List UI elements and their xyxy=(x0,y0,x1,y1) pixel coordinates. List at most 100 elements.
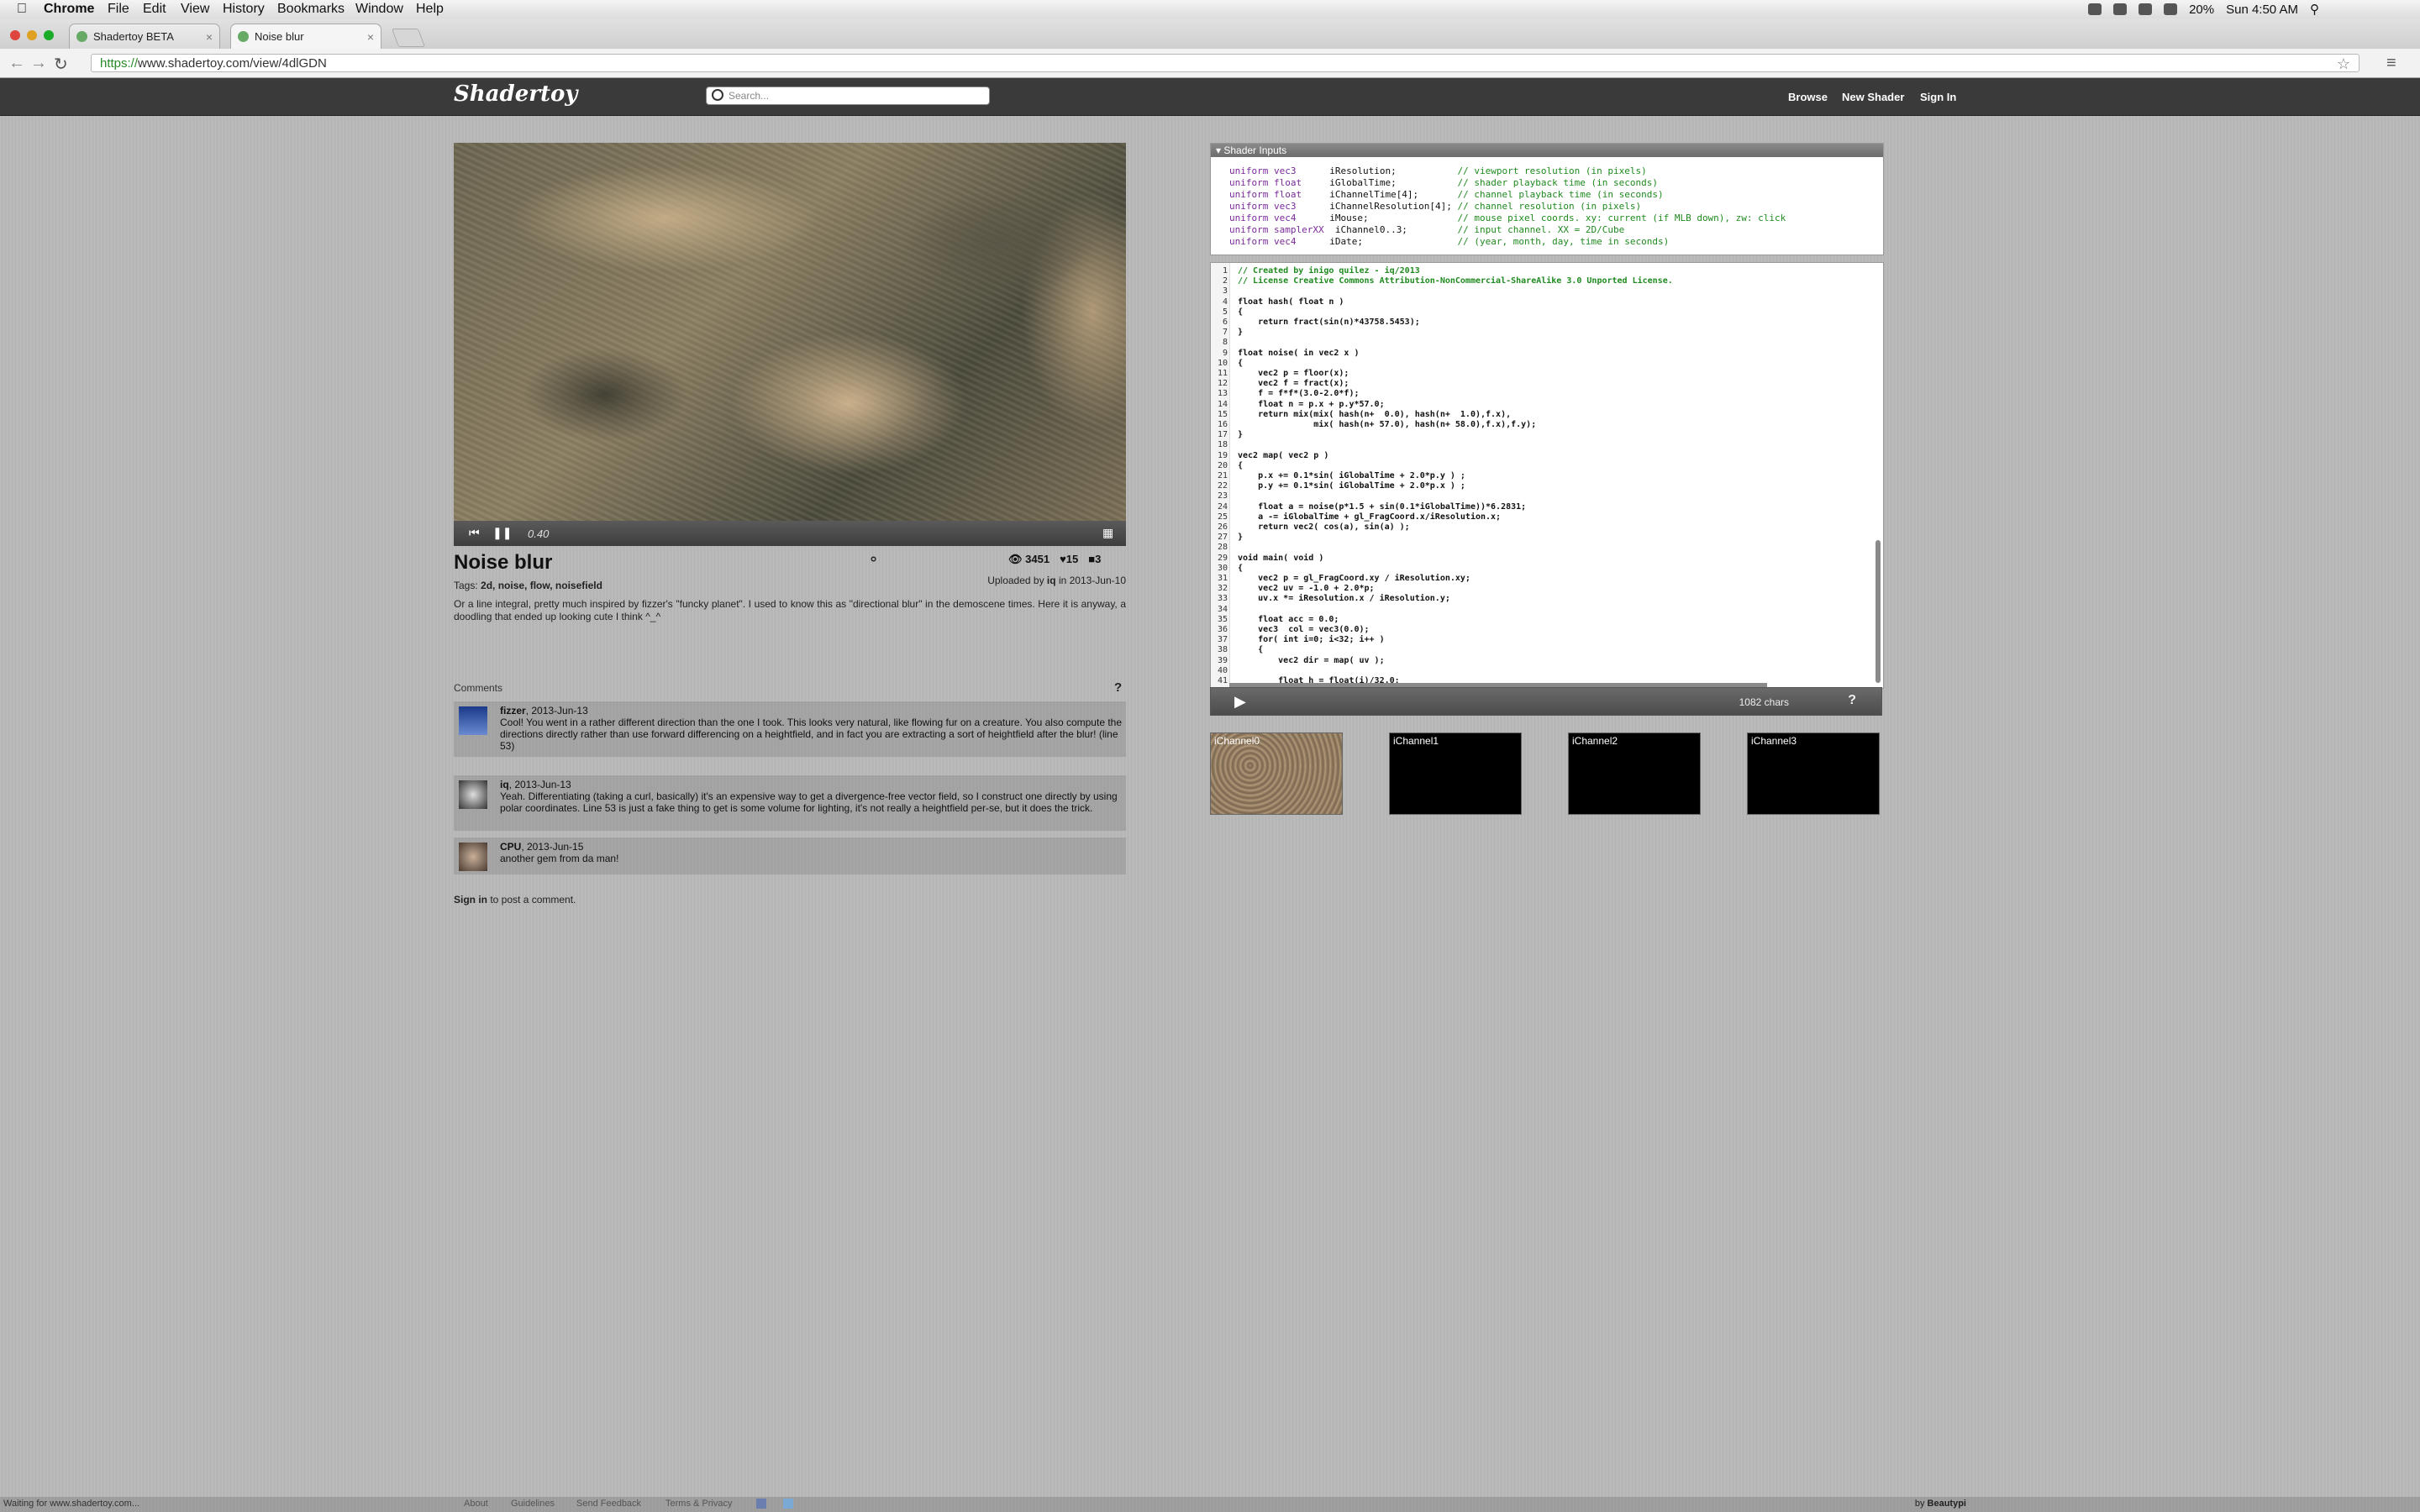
code-line[interactable]: vec2 f = fract(x); xyxy=(1238,379,1349,388)
window-minimize-button[interactable] xyxy=(27,30,37,40)
help-icon[interactable]: ? xyxy=(1114,680,1122,695)
code-line[interactable]: float noise( in vec2 x ) xyxy=(1238,349,1360,358)
pause-icon[interactable]: ❚❚ xyxy=(492,526,512,540)
code-line[interactable]: void main( void ) xyxy=(1238,554,1323,563)
code-line[interactable]: for( int i=0; i<32; i++ ) xyxy=(1238,635,1385,644)
tab-shadertoy-beta[interactable]: Shadertoy BETA × xyxy=(69,24,220,49)
menu-window[interactable]: Window xyxy=(355,2,403,17)
footer-guidelines[interactable]: Guidelines xyxy=(511,1499,555,1509)
code-editor[interactable]: 1 2 3 4 5 6 7 8 9 10 11 12 13 14 15 16 17 18 19 20 21 22 23 24 2… xyxy=(1210,262,1884,689)
spotlight-icon[interactable]: ⚲ xyxy=(2310,2,2319,17)
shader-inputs-header[interactable]: ▾ Shader Inputs xyxy=(1211,144,1883,157)
back-icon[interactable]: ← xyxy=(8,54,25,73)
facebook-icon[interactable] xyxy=(756,1499,766,1509)
tab-close-icon[interactable]: × xyxy=(206,24,213,50)
tab-noise-blur[interactable]: Noise blur × xyxy=(230,24,381,49)
wifi-icon[interactable] xyxy=(2139,3,2153,15)
footer-terms-privacy[interactable]: Terms & Privacy xyxy=(666,1499,732,1509)
apple-icon[interactable]:  xyxy=(17,2,27,17)
menu-bookmarks[interactable]: Bookmarks xyxy=(277,2,345,17)
code-line[interactable]: return fract(sin(n)*43758.5453); xyxy=(1238,318,1420,327)
nav-new-shader[interactable]: New Shader xyxy=(1842,91,1904,103)
code-line[interactable]: a -= iGlobalTime + gl_FragCoord.x/iResol… xyxy=(1238,512,1501,522)
code-line[interactable]: { xyxy=(1238,307,1243,317)
code-line[interactable]: vec3 col = vec3(0.0); xyxy=(1238,625,1369,634)
volume-icon[interactable] xyxy=(2164,3,2178,15)
code-line[interactable]: mix( hash(n+ 57.0), hash(n+ 58.0),f.x),f… xyxy=(1238,420,1536,429)
code-line[interactable]: p.y += 0.1*sin( iGlobalTime + 2.0*p.x ) … xyxy=(1238,481,1465,491)
notification-icon[interactable] xyxy=(2113,3,2128,15)
comment-user[interactable]: CPU xyxy=(500,841,521,853)
menu-file[interactable]: File xyxy=(108,2,129,17)
code-line[interactable]: vec2 dir = map( uv ); xyxy=(1238,656,1384,665)
nav-sign-in[interactable]: Sign In xyxy=(1920,91,1956,103)
code-line[interactable]: float hash( float n ) xyxy=(1238,297,1344,307)
twitter-icon[interactable] xyxy=(783,1499,793,1509)
code-line[interactable]: uv.x *= iResolution.x / iResolution.y; xyxy=(1238,594,1450,603)
code-line[interactable]: { xyxy=(1238,645,1263,654)
shader-canvas[interactable] xyxy=(454,143,1126,521)
nav-browse[interactable]: Browse xyxy=(1788,91,1828,103)
heart-icon[interactable]: ♥ xyxy=(1060,553,1066,565)
code-line[interactable]: { xyxy=(1238,564,1243,573)
avatar[interactable] xyxy=(459,843,487,871)
window-zoom-button[interactable] xyxy=(44,30,54,40)
share-icon[interactable]: ⚬ xyxy=(867,551,880,569)
code-line[interactable]: vec2 p = floor(x); xyxy=(1238,369,1349,378)
code-line[interactable]: float n = p.x + p.y*57.0; xyxy=(1238,400,1385,409)
editor-vertical-scrollbar[interactable] xyxy=(1876,540,1881,683)
channel-3[interactable]: iChannel3 xyxy=(1747,732,1880,815)
battery-percent[interactable]: 20% xyxy=(2189,3,2214,17)
compile-play-icon[interactable]: ▶ xyxy=(1234,693,1246,711)
chrome-menu-icon[interactable]: ≡ xyxy=(2386,54,2396,73)
reload-icon[interactable]: ↻ xyxy=(54,54,68,75)
dropbox-icon[interactable] xyxy=(2088,3,2102,15)
code-line[interactable]: f = f*f*(3.0-2.0*f); xyxy=(1238,389,1359,398)
code-line[interactable]: } xyxy=(1238,430,1243,439)
uploader-link[interactable]: iq xyxy=(1047,575,1056,586)
rewind-icon[interactable]: ⏮ xyxy=(469,526,480,540)
menu-history[interactable]: History xyxy=(223,2,265,17)
bookmark-star-icon[interactable]: ☆ xyxy=(2337,55,2350,73)
footer-about[interactable]: About xyxy=(464,1499,488,1509)
code-line[interactable]: float acc = 0.0; xyxy=(1238,615,1339,624)
channel-2[interactable]: iChannel2 xyxy=(1568,732,1701,815)
code-line[interactable]: } xyxy=(1238,533,1243,542)
comment-user[interactable]: fizzer xyxy=(500,705,526,717)
by-name[interactable]: Beautypi xyxy=(1928,1499,1966,1509)
menu-view[interactable]: View xyxy=(181,2,209,17)
forward-icon[interactable]: → xyxy=(30,54,47,73)
likes-count[interactable]: ♥15 xyxy=(1060,553,1078,566)
fullscreen-icon[interactable]: ▦ xyxy=(1102,526,1113,540)
avatar[interactable] xyxy=(459,780,487,809)
address-bar[interactable]: https://www.shadertoy.com/view/4dlGDN ☆ xyxy=(91,54,2360,72)
window-close-button[interactable] xyxy=(10,30,20,40)
code-line[interactable]: { xyxy=(1238,359,1243,368)
code-line[interactable]: p.x += 0.1*sin( iGlobalTime + 2.0*p.y ) … xyxy=(1238,471,1465,480)
signin-link[interactable]: Sign in xyxy=(454,894,487,906)
code-line[interactable]: float a = noise(p*1.5 + sin(0.1*iGlobalT… xyxy=(1238,502,1526,512)
menu-app-name[interactable]: Chrome xyxy=(44,2,94,17)
code-line[interactable]: // License Creative Commons Attribution-… xyxy=(1238,276,1673,286)
code-line[interactable]: return vec2( cos(a), sin(a) ); xyxy=(1238,522,1410,532)
code-line[interactable]: } xyxy=(1238,328,1243,337)
code-line[interactable]: { xyxy=(1238,461,1243,470)
menu-edit[interactable]: Edit xyxy=(143,2,166,17)
code-line[interactable]: // Created by inigo quilez - iq/2013 xyxy=(1238,266,1420,276)
code-line[interactable]: vec2 p = gl_FragCoord.xy / iResolution.x… xyxy=(1238,574,1470,583)
code-line[interactable]: return mix(mix( hash(n+ 0.0), hash(n+ 1.… xyxy=(1238,410,1511,419)
code-line[interactable]: vec2 map( vec2 p ) xyxy=(1238,451,1328,460)
avatar[interactable] xyxy=(459,706,487,735)
code-line[interactable]: vec2 uv = -1.0 + 2.0*p; xyxy=(1238,584,1374,593)
menubar-clock[interactable]: Sun 4:50 AM xyxy=(2226,3,2298,17)
channel-0[interactable]: iChannel0 xyxy=(1210,732,1343,815)
new-tab-button[interactable] xyxy=(391,29,426,47)
channel-1[interactable]: iChannel1 xyxy=(1389,732,1522,815)
footer-send-feedback[interactable]: Send Feedback xyxy=(576,1499,641,1509)
menu-help[interactable]: Help xyxy=(416,2,444,17)
comment-user[interactable]: iq xyxy=(500,779,509,790)
tags-list[interactable]: 2d, noise, flow, noisefield xyxy=(481,580,602,591)
site-logo[interactable]: Shadertoy xyxy=(454,81,577,107)
tab-close-icon[interactable]: × xyxy=(367,24,374,50)
search-input[interactable]: Search... xyxy=(706,87,990,105)
